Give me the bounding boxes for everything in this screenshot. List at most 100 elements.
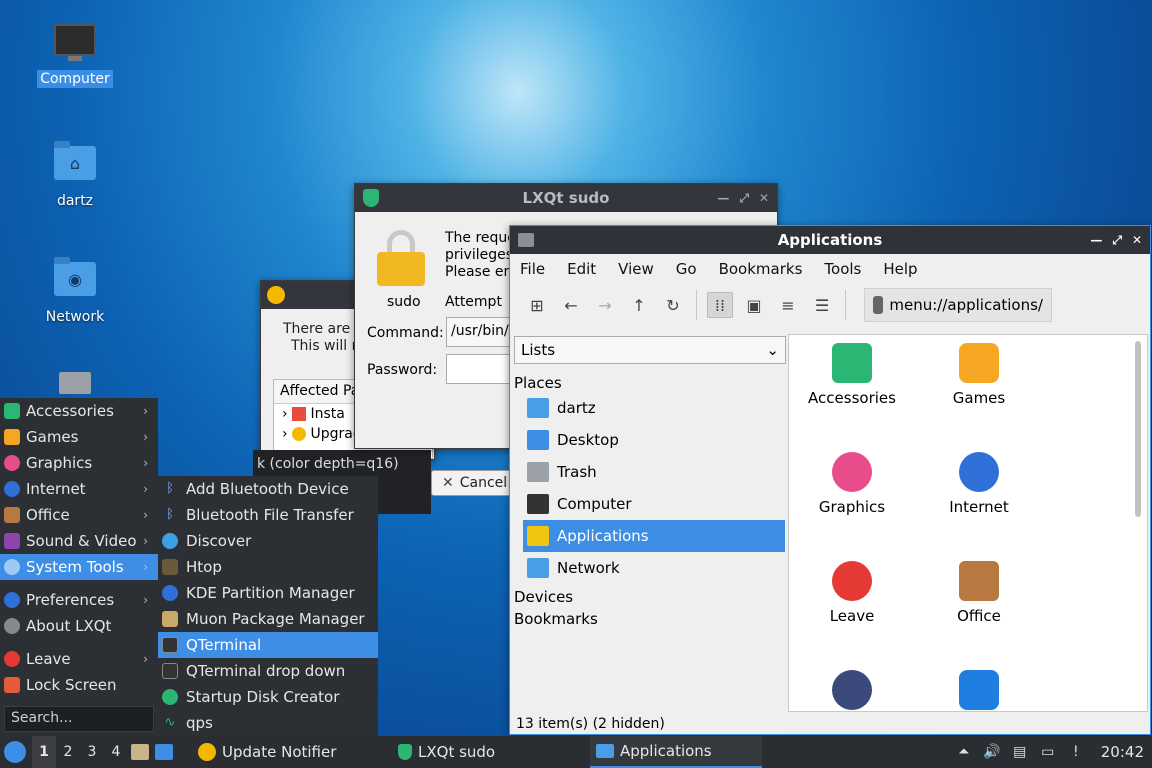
place-computer[interactable]: Computer (523, 488, 785, 520)
desktop-2-button[interactable]: 2 (56, 736, 80, 768)
system-tools-submenu[interactable]: ᛒ Add Bluetooth Device ᛒ Bluetooth File Tr… (158, 476, 378, 736)
reload-icon[interactable]: ↻ (660, 292, 686, 318)
menu-item-leave[interactable]: Leave › (0, 646, 158, 672)
desktop-icon-network[interactable]: ◉ Network (37, 257, 113, 326)
chevron-down-icon: ⌄ (766, 341, 779, 359)
task-update-notifier[interactable]: Update Notifier (192, 736, 342, 768)
new-tab-icon[interactable]: ⊞ (524, 292, 550, 318)
desktop-1-button[interactable]: 1 (32, 736, 56, 768)
bookmarks-header[interactable]: Bookmarks (512, 606, 787, 628)
menu-item-internet[interactable]: Internet › (0, 476, 158, 502)
menu-search-input[interactable]: Search... (4, 706, 154, 732)
tray-expand-icon[interactable]: ⏶ (955, 743, 973, 761)
menu-help[interactable]: Help (883, 260, 917, 278)
file-grid[interactable]: Accessories Games Graphics Internet Leav… (788, 334, 1148, 712)
desktop-icon-home[interactable]: ⌂ dartz (37, 141, 113, 210)
submenu-item-kde-partition-manager[interactable]: KDE Partition Manager (158, 580, 378, 606)
submenu-item-startup-disk-creator[interactable]: Startup Disk Creator (158, 684, 378, 710)
grid-item-preferences[interactable] (789, 670, 915, 711)
submenu-item-htop[interactable]: Htop (158, 554, 378, 580)
menu-file[interactable]: File (520, 260, 545, 278)
menu-item-about-lxqt[interactable]: About LXQt (0, 613, 158, 639)
clock[interactable]: 20:42 (1101, 743, 1144, 761)
compact-view-icon[interactable]: ≡ (775, 292, 801, 318)
menu-go[interactable]: Go (676, 260, 697, 278)
grid-item-leave[interactable]: Leave (789, 561, 915, 625)
sudo-titlebar[interactable]: LXQt sudo — ⤢ ✕ (355, 184, 777, 212)
menu-item-games[interactable]: Games › (0, 424, 158, 450)
places-header[interactable]: Places (512, 364, 787, 392)
submenu-item-qterminal[interactable]: QTerminal (158, 632, 378, 658)
grid-item-office[interactable]: Office (916, 561, 1042, 625)
clipboard-icon[interactable]: ▤ (1011, 743, 1029, 761)
preferences-icon (832, 670, 872, 710)
submenu-item-bluetooth-file-transfer[interactable]: ᛒ Bluetooth File Transfer (158, 502, 378, 528)
cancel-button[interactable]: ✕ Cancel (431, 470, 519, 496)
menu-item-label: Leave (26, 650, 71, 668)
desktop-icon-label: dartz (56, 193, 94, 209)
place-network[interactable]: Network (523, 552, 785, 584)
up-icon[interactable]: ↑ (626, 292, 652, 318)
grid-item-games[interactable]: Games (916, 343, 1042, 407)
menu-item-preferences[interactable]: Preferences › (0, 587, 158, 613)
detailed-list-icon[interactable]: ☰ (809, 292, 835, 318)
minimize-icon[interactable]: — (717, 191, 729, 206)
menu-view[interactable]: View (618, 260, 654, 278)
grid-item-accessories[interactable]: Accessories (789, 343, 915, 407)
menu-item-system-tools[interactable]: System Tools › (0, 554, 158, 580)
place-applications[interactable]: Applications (523, 520, 785, 552)
menu-item-label: Graphics (26, 454, 93, 472)
menu-item-graphics[interactable]: Graphics › (0, 450, 158, 476)
volume-icon[interactable]: 🔊 (983, 743, 1001, 761)
submenu-item-qps[interactable]: ∿ qps (158, 710, 378, 736)
start-menu-button[interactable] (0, 736, 30, 768)
network-icon[interactable]: ▭ (1039, 743, 1057, 761)
desktop-3-button[interactable]: 3 (80, 736, 104, 768)
menu-item-office[interactable]: Office › (0, 502, 158, 528)
place-trash[interactable]: Trash (523, 456, 785, 488)
forward-icon[interactable]: → (592, 292, 618, 318)
desktop-4-button[interactable]: 4 (104, 736, 128, 768)
menu-edit[interactable]: Edit (567, 260, 596, 278)
menu-item-sound-video[interactable]: Sound & Video › (0, 528, 158, 554)
minimize-icon[interactable]: — (1090, 233, 1102, 248)
notification-icon[interactable]: ! (1067, 743, 1085, 761)
devices-header[interactable]: Devices (512, 584, 787, 606)
place-dartz[interactable]: dartz (523, 392, 785, 424)
place-label: Network (557, 559, 620, 577)
main-menu[interactable]: Accessories › Games › Graphics › Internet › … (0, 398, 158, 736)
applications-titlebar[interactable]: Applications — ⤢ ✕ (510, 226, 1150, 254)
submenu-item-qterminal-drop-down[interactable]: QTerminal drop down (158, 658, 378, 684)
file-manager-launcher[interactable] (128, 736, 152, 768)
submenu-item-muon-package-manager[interactable]: Muon Package Manager (158, 606, 378, 632)
menu-bookmarks[interactable]: Bookmarks (719, 260, 803, 278)
icon-view-icon[interactable]: ⁞⁞ (707, 292, 733, 318)
sudo-message: The reque privileges Please en (445, 230, 516, 281)
menu-item-lock-screen[interactable]: Lock Screen (0, 672, 158, 698)
submenu-item-add-bluetooth-device[interactable]: ᛒ Add Bluetooth Device (158, 476, 378, 502)
menu-tools[interactable]: Tools (824, 260, 861, 278)
menu-item-label: QTerminal drop down (186, 662, 346, 680)
menu-item-accessories[interactable]: Accessories › (0, 398, 158, 424)
grid-item-sound-video[interactable] (916, 670, 1042, 711)
maximize-icon[interactable]: ⤢ (1112, 233, 1122, 248)
thumbnail-view-icon[interactable]: ▣ (741, 292, 767, 318)
close-icon[interactable]: ✕ (1132, 233, 1142, 248)
window-title: LXQt sudo (522, 189, 610, 207)
place-desktop[interactable]: Desktop (523, 424, 785, 456)
side-pane-mode-select[interactable]: Lists ⌄ (514, 336, 786, 364)
grid-item-internet[interactable]: Internet (916, 452, 1042, 516)
vertical-scrollbar[interactable] (1135, 341, 1141, 517)
submenu-item-discover[interactable]: Discover (158, 528, 378, 554)
task-applications[interactable]: Applications (590, 736, 762, 768)
task-lxqt-sudo[interactable]: LXQt sudo (392, 736, 501, 768)
close-icon[interactable]: ✕ (759, 191, 769, 206)
desktop-icon-computer[interactable]: Computer (37, 24, 113, 88)
applications-window[interactable]: Applications — ⤢ ✕ File Edit View Go Bookm… (509, 225, 1151, 735)
grid-item-graphics[interactable]: Graphics (789, 452, 915, 516)
back-icon[interactable]: ← (558, 292, 584, 318)
address-bar[interactable]: menu://applications/ (864, 288, 1052, 322)
show-desktop-button[interactable] (152, 736, 176, 768)
menu-item-label: System Tools (26, 558, 124, 576)
maximize-icon[interactable]: ⤢ (739, 191, 749, 206)
